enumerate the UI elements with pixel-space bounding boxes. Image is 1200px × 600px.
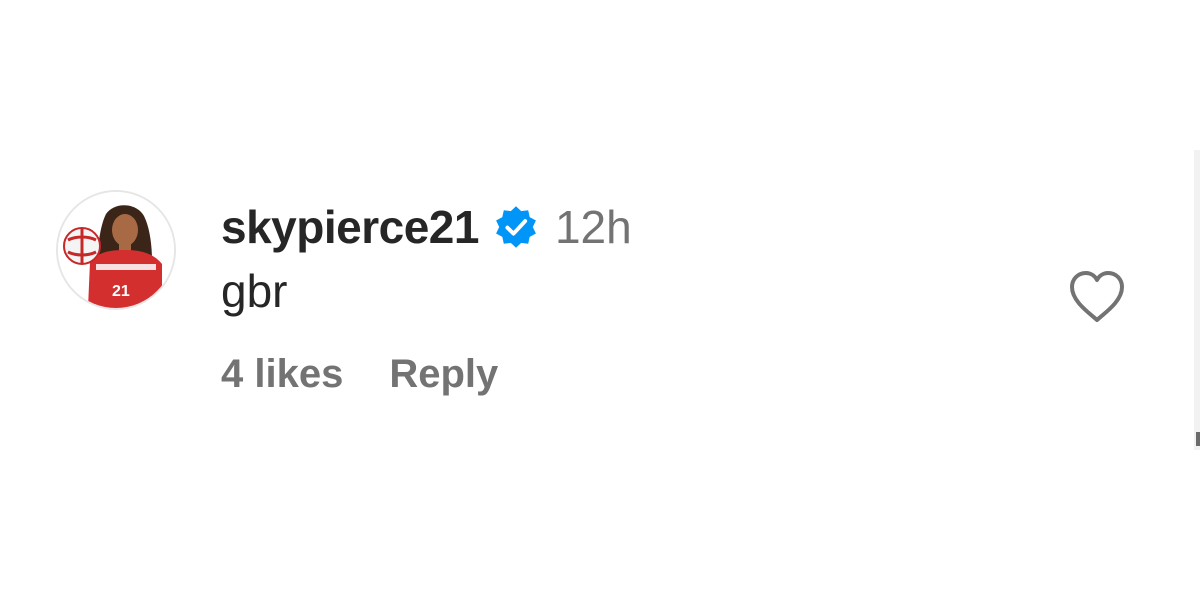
comment-text: gbr [221,265,288,317]
scrollbar-track[interactable] [1194,150,1200,450]
likes-count[interactable]: 4 likes [221,352,343,397]
heart-outline-icon [1070,271,1124,322]
avatar[interactable]: 21 [56,190,176,310]
username-link[interactable]: skypierce21 [221,200,479,254]
avatar-photo: 21 [58,192,174,308]
comment-body: skypierce21 12h gbr 4 likes Reply [221,198,632,397]
like-button[interactable] [1066,268,1128,326]
comment-actions: 4 likes Reply [221,352,632,397]
comment-item: 21 skypierce21 12h gbr 4 likes Reply [56,190,1136,420]
verified-badge-icon [493,204,539,250]
comment-panel: 21 skypierce21 12h gbr 4 likes Reply [0,0,1200,600]
reply-button[interactable]: Reply [389,352,498,397]
scrollbar-thumb[interactable] [1196,432,1200,446]
jersey-number: 21 [112,283,130,300]
comment-timestamp[interactable]: 12h [555,200,632,254]
comment-header: skypierce21 12h [221,198,632,256]
